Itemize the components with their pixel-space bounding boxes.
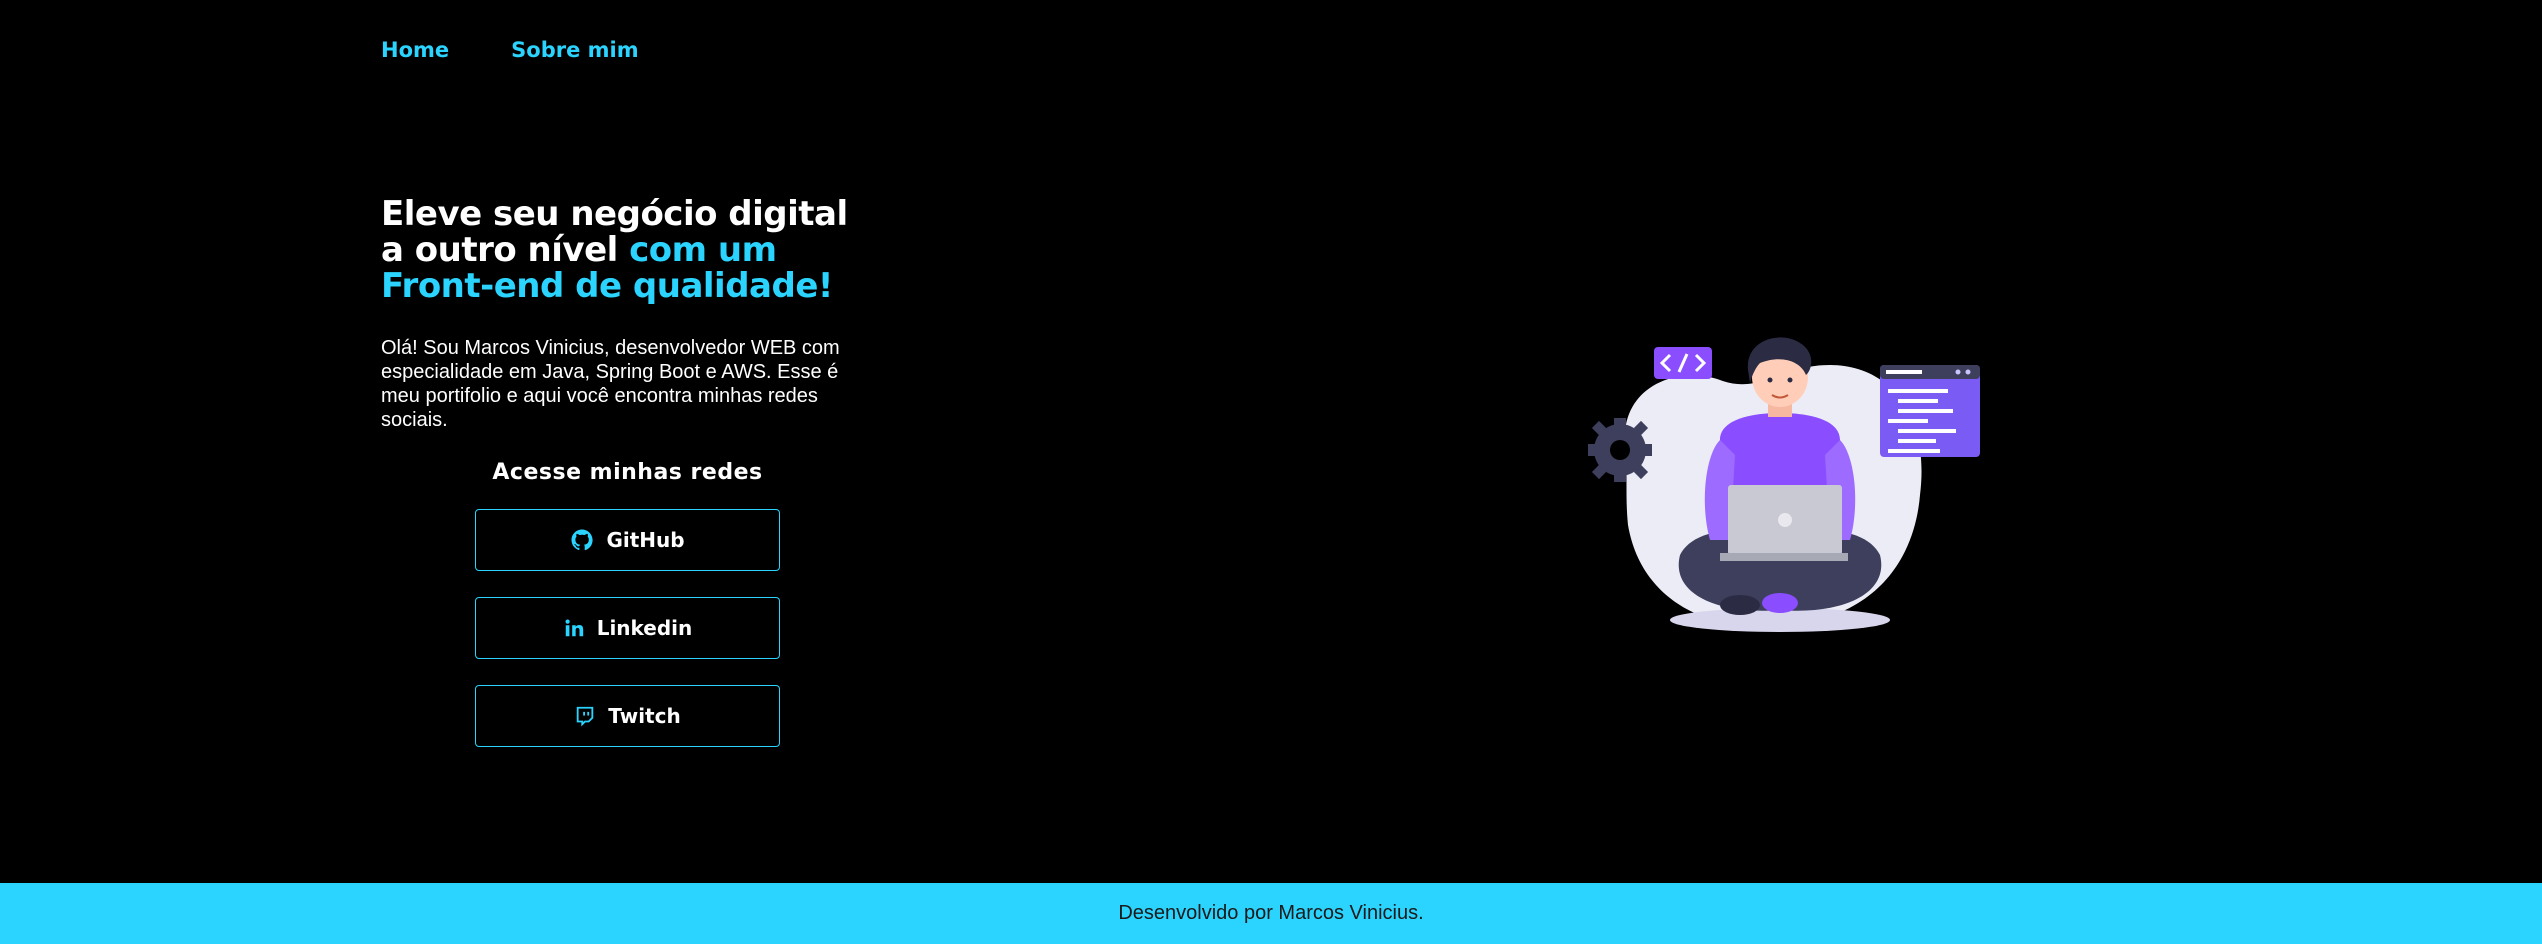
hero-intro: Olá! Sou Marcos Vinicius, desenvolvedor … bbox=[381, 337, 840, 431]
linkedin-icon bbox=[563, 617, 585, 639]
twitch-label: Twitch bbox=[608, 704, 681, 728]
developer-illustration bbox=[1580, 325, 2000, 645]
hero-headline: Eleve seu negócio digital a outro nível … bbox=[381, 196, 901, 304]
linkedin-label: Linkedin bbox=[596, 616, 693, 640]
github-button[interactable]: GitHub bbox=[475, 509, 780, 571]
top-nav: Home Sobre mim bbox=[381, 38, 639, 62]
github-label: GitHub bbox=[606, 528, 685, 552]
nav-home-link[interactable]: Home bbox=[381, 38, 449, 62]
social-section: Acesse minhas redes GitHub Linkedin Twit… bbox=[475, 460, 780, 773]
linkedin-button[interactable]: Linkedin bbox=[475, 597, 780, 659]
code-window-icon bbox=[1880, 365, 1980, 457]
social-title: Acesse minhas redes bbox=[492, 460, 763, 485]
gear-icon bbox=[1588, 418, 1652, 482]
nav-about-link[interactable]: Sobre mim bbox=[511, 38, 638, 62]
twitch-icon bbox=[574, 705, 596, 727]
page-footer: Desenvolvido por Marcos Vinicius. bbox=[0, 883, 2542, 944]
twitch-button[interactable]: Twitch bbox=[475, 685, 780, 747]
footer-credit: Desenvolvido por Marcos Vinicius. bbox=[1118, 902, 1424, 924]
headline-accent-1: com um bbox=[629, 230, 777, 270]
headline-line-2: a outro nível bbox=[381, 230, 630, 270]
headline-accent-2: Front-end de qualidade! bbox=[381, 266, 833, 306]
code-tag-icon bbox=[1654, 347, 1712, 379]
headline-line-1: Eleve seu negócio digital bbox=[381, 194, 848, 234]
hero-section: Eleve seu negócio digital a outro nível … bbox=[381, 196, 901, 432]
github-icon bbox=[570, 528, 594, 552]
